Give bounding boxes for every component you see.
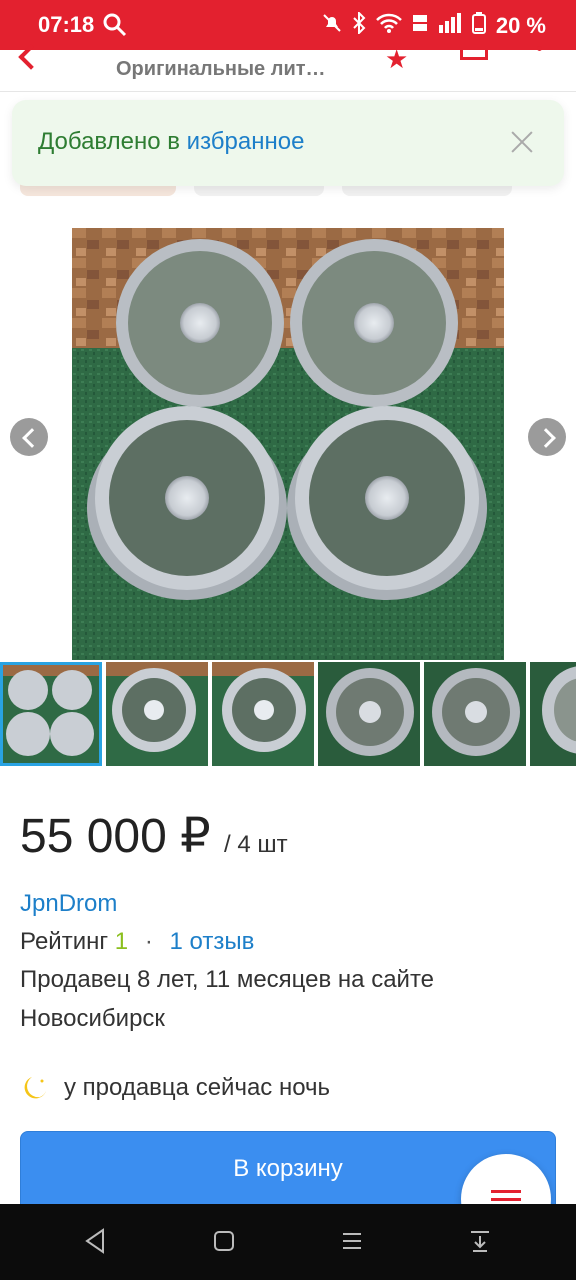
- price-unit: / 4 шт: [224, 831, 288, 858]
- seller-since: Продавец 8 лет, 11 месяцев на сайте: [20, 966, 435, 993]
- mute-icon: [322, 13, 342, 39]
- thumbnail[interactable]: [318, 662, 420, 766]
- thumbnail[interactable]: [212, 662, 314, 766]
- signal-icon: [438, 13, 462, 39]
- toast-message: Добавлено в избранное: [38, 128, 304, 156]
- main-photo[interactable]: [72, 228, 504, 660]
- system-nav-bar: [0, 1204, 576, 1280]
- battery-percent: 20 %: [495, 13, 546, 38]
- seller-city: Новосибирск: [20, 1005, 165, 1032]
- page-title: Оригинальные лит…: [116, 58, 326, 80]
- wheel: [290, 239, 458, 407]
- battery-icon: [471, 12, 486, 40]
- previous-photo-button[interactable]: [10, 418, 48, 456]
- search-icon: [102, 12, 128, 43]
- menu-line: [491, 1198, 521, 1201]
- nav-recents-icon[interactable]: [341, 1228, 363, 1259]
- rating-label: Рейтинг: [20, 928, 109, 955]
- reviews-link[interactable]: 1 отзыв: [170, 928, 255, 955]
- thumbnail[interactable]: [0, 662, 102, 766]
- close-icon[interactable]: [510, 130, 534, 154]
- wheels-photo: [72, 228, 504, 660]
- next-photo-button[interactable]: [528, 418, 566, 456]
- thumbnail-strip[interactable]: [0, 662, 576, 766]
- wheel: [116, 239, 284, 407]
- thumbnail[interactable]: [106, 662, 208, 766]
- app-bar: Оригинальные лит… ★: [0, 44, 576, 92]
- favorites-link[interactable]: избранное: [187, 128, 305, 155]
- separator: ·: [144, 928, 153, 955]
- seller-rating: Рейтинг 1 · 1 отзыв: [20, 928, 254, 956]
- rating-value: 1: [114, 928, 129, 955]
- price-value: 55 000 ₽: [20, 810, 211, 863]
- seller-night-notice: у продавца сейчас ночь: [20, 1073, 330, 1103]
- favorite-toast: Добавлено в избранное: [12, 100, 564, 186]
- share-icon[interactable]: [460, 46, 488, 60]
- wifi-icon: [375, 13, 402, 39]
- toast-text: Добавлено в: [38, 128, 187, 155]
- status-time: 07:18: [38, 12, 95, 37]
- star-icon[interactable]: ★: [385, 44, 408, 75]
- price: 55 000 ₽ / 4 шт: [20, 808, 288, 864]
- bluetooth-icon: [352, 10, 366, 40]
- seller-name-link[interactable]: JpnDrom: [20, 890, 117, 918]
- nav-home-icon[interactable]: [213, 1228, 235, 1259]
- more-icon[interactable]: [537, 46, 542, 51]
- nav-notifications-icon[interactable]: [469, 1228, 491, 1259]
- moon-icon: [20, 1073, 50, 1103]
- menu-line: [491, 1190, 521, 1193]
- status-bar: 07:18 20 %: [0, 0, 576, 50]
- thumbnail[interactable]: [530, 662, 576, 766]
- night-text: у продавца сейчас ночь: [64, 1074, 331, 1101]
- volte-icon: [412, 13, 428, 39]
- thumbnail[interactable]: [424, 662, 526, 766]
- nav-back-icon[interactable]: [84, 1228, 106, 1259]
